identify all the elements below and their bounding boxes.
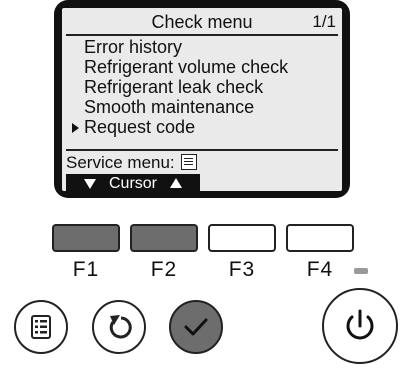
footer-divider [66, 149, 338, 151]
selection-cursor-icon [72, 123, 79, 133]
f2-button[interactable] [130, 224, 198, 252]
menu-item-label: Request code [84, 117, 196, 137]
menu-icon [181, 154, 198, 170]
f4-button[interactable] [286, 224, 354, 252]
page-indicator: 1/1 [312, 12, 336, 31]
cursor-guide: Cursor [66, 174, 200, 191]
ok-button[interactable] [169, 300, 223, 354]
f2-label: F2 [150, 258, 178, 281]
menu-item-smooth-maintenance[interactable]: Smooth maintenance [62, 97, 342, 117]
menu-item-refrigerant-volume-check[interactable]: Refrigerant volume check [62, 57, 342, 77]
f1-label: F1 [72, 258, 100, 281]
menu-item-label: Smooth maintenance [84, 97, 255, 117]
menu-item-error-history[interactable]: Error history [62, 37, 342, 57]
return-button[interactable] [92, 300, 146, 354]
header-divider [66, 34, 338, 36]
f3-label: F3 [228, 258, 256, 281]
screen-header: Check menu 1/1 [62, 10, 342, 34]
menu-item-label: Refrigerant volume check [84, 57, 289, 77]
checkmark-icon [184, 318, 208, 336]
lcd-screen: Check menu 1/1 Error history Refrigerant… [62, 8, 342, 191]
f1-button[interactable] [52, 224, 120, 252]
service-menu-label: Service menu: [66, 153, 175, 172]
f3-button[interactable] [208, 224, 276, 252]
check-menu-list: Error history Refrigerant volume check R… [62, 37, 342, 137]
menu-item-label: Refrigerant leak check [84, 77, 264, 97]
menu-item-label: Error history [84, 37, 183, 57]
menu-item-request-code[interactable]: Request code [62, 117, 342, 137]
menu-button[interactable] [14, 300, 68, 354]
service-menu-hint: Service menu: [66, 153, 198, 173]
f4-label: F4 [306, 258, 334, 281]
power-icon [346, 309, 374, 340]
return-icon [109, 315, 132, 339]
menu-item-refrigerant-leak-check[interactable]: Refrigerant leak check [62, 77, 342, 97]
menu-icon [31, 315, 51, 339]
screen-title: Check menu [151, 12, 253, 32]
power-button[interactable] [322, 288, 398, 364]
cursor-up-icon [170, 178, 182, 188]
power-led [354, 268, 368, 274]
